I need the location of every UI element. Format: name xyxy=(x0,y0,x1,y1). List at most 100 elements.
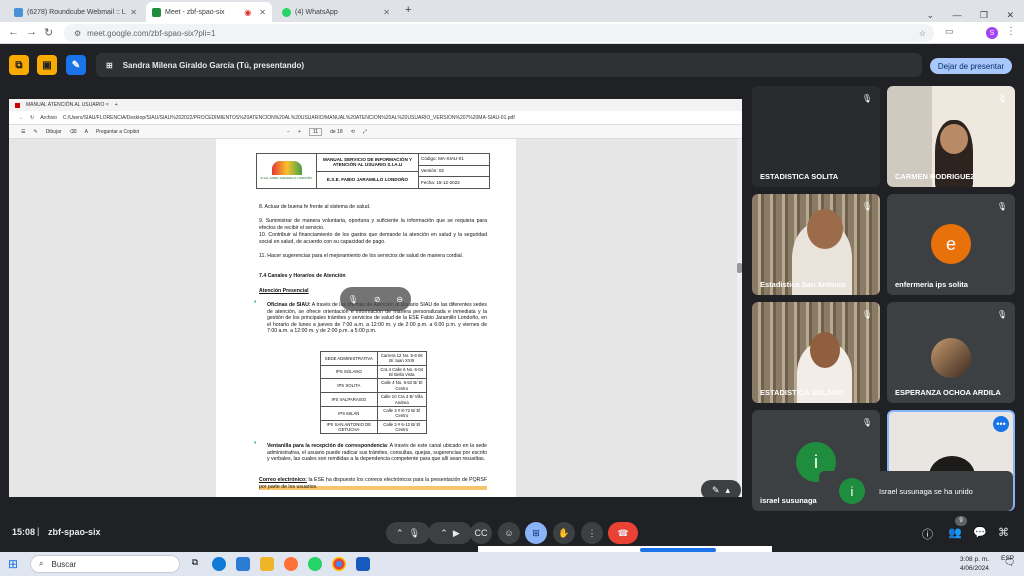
minimize-icon[interactable]: — xyxy=(952,10,961,20)
more-icon[interactable]: ⊖ xyxy=(396,295,403,304)
participant-tile[interactable]: 🎙 CARMEN RODRIGUEZ xyxy=(887,86,1015,187)
mic-off-icon[interactable]: 🎙 xyxy=(348,295,358,304)
document-date: Fecha: 15-12-2022 xyxy=(421,179,460,185)
back-icon[interactable]: ← xyxy=(19,115,24,121)
zoom-in-icon[interactable]: + xyxy=(298,129,301,135)
file-path[interactable]: C:/Users/SIAU/FLORENCIA/Desktop/SIAU/SIA… xyxy=(63,115,515,121)
table-row: IPS MILÁN Calle 3 # 8-72 B/ El Centro xyxy=(320,405,428,421)
new-tab-icon[interactable]: + xyxy=(115,102,118,108)
notifications-icon[interactable]: 🗨 xyxy=(1004,557,1015,568)
tab-meet[interactable]: Meet - zbf-spao-six ◉ ✕ xyxy=(146,2,272,22)
notification-text: Israel susunaga se ha unido xyxy=(879,486,973,496)
people-icon[interactable]: 👥 xyxy=(948,526,962,539)
tab-search-icon[interactable]: ⌄ xyxy=(926,10,934,20)
taskbar-clock[interactable]: 3:08 p. m. 4/06/2024 xyxy=(960,555,989,573)
camera-off-icon[interactable]: ⊘ xyxy=(374,295,381,304)
participant-face xyxy=(940,124,968,154)
notification-avatar: i xyxy=(839,478,865,504)
mic-off-icon: 🎙 xyxy=(861,202,872,211)
participant-tile[interactable]: 🎙 Estadistica San Antonio xyxy=(752,194,880,295)
firefox-icon[interactable] xyxy=(284,557,298,571)
chat-icon[interactable]: 💬 xyxy=(973,526,987,539)
activities-icon[interactable]: ⌘ xyxy=(998,526,1009,539)
layout-icon[interactable]: ▣ xyxy=(37,55,57,75)
new-tab-button[interactable]: + xyxy=(405,4,411,16)
paragraph-10: 10. Contribuir al financiamiento de los … xyxy=(259,232,487,245)
close-window-icon[interactable]: ✕ xyxy=(1006,10,1014,20)
back-icon[interactable]: ← xyxy=(8,26,19,38)
document-title-cell: MANUAL SERVICIO DE INFORMACIÓN Y ATENCIÓ… xyxy=(317,154,419,188)
leave-call-button[interactable]: ☎ xyxy=(608,522,638,544)
close-icon[interactable]: ✕ xyxy=(259,8,266,17)
mic-button[interactable]: ⌃ 🎙 xyxy=(386,522,430,544)
table-row: IPS VALPARAISO Calle 10 Cra 3 B/ Villa An… xyxy=(320,392,428,407)
participant-tile[interactable]: e 🎙 enfermeria ips solita xyxy=(887,194,1015,295)
text-icon[interactable]: A xyxy=(85,129,88,135)
erase-icon[interactable]: ⌫ xyxy=(70,129,77,135)
correo-title: Correo electrónico: xyxy=(259,477,307,483)
forward-icon[interactable]: → xyxy=(26,26,37,38)
present-button[interactable]: ⊞ xyxy=(525,522,547,544)
close-icon[interactable]: ✕ xyxy=(130,8,137,17)
page-number-input[interactable]: 11 xyxy=(308,127,323,136)
chrome-icon[interactable] xyxy=(332,557,346,571)
table-row: IPS SAN ANTONIO DE GETUCHA Calle 3 # 6-12… xyxy=(320,419,428,435)
chevron-up-icon[interactable]: ⌃ xyxy=(396,528,404,539)
whatsapp-icon[interactable] xyxy=(308,557,322,571)
document-title: MANUAL SERVICIO DE INFORMACIÓN Y ATENCIÓ… xyxy=(317,154,418,172)
scrollbar-thumb[interactable] xyxy=(737,263,742,273)
table-cell: SEDE ADMINISTRATIVA xyxy=(320,351,378,366)
address-toolbar: ← → ↻ ⚙ meet.google.com/zbf-spao-six?pli… xyxy=(0,22,1024,44)
reload-icon[interactable]: ↻ xyxy=(30,115,34,121)
table-cell: Calle 4 No. 5-52 B/ El Centro xyxy=(376,378,428,394)
participant-tile[interactable]: 🎙 ESTADISTICA SOLITA xyxy=(752,86,880,187)
url-bar[interactable]: ⚙ meet.google.com/zbf-spao-six?pli=1 ☆ xyxy=(64,24,934,42)
meet-header: ⧉ ▣ ✎ ⊞ Sandra Milena Giraldo García (Tú… xyxy=(0,44,1024,86)
hide-tiles-icon[interactable]: ⧉ xyxy=(9,55,29,75)
more-options-button[interactable]: ⋮ xyxy=(581,522,603,544)
emoji-button[interactable]: ☺ xyxy=(498,522,520,544)
bookmark-star-icon[interactable]: ☆ xyxy=(919,29,926,38)
copilot-button[interactable]: Preguntar a Copilot xyxy=(96,129,139,135)
rotate-icon[interactable]: ⟲ xyxy=(351,129,355,135)
participant-tile[interactable]: 🎙 ESTADISTICA SOLANO xyxy=(752,302,880,403)
pdf-scrollbar[interactable] xyxy=(737,139,742,497)
info-icon[interactable]: ⓘ xyxy=(922,526,933,542)
chevron-up-icon[interactable]: ⌃ xyxy=(440,528,448,539)
cast-icon[interactable]: ▭ xyxy=(945,26,954,37)
zoom-out-icon[interactable]: − xyxy=(287,129,290,135)
taskbar-search[interactable]: ⌕ Buscar xyxy=(30,555,180,573)
close-icon[interactable]: ✕ xyxy=(383,8,390,17)
tab-whatsapp[interactable]: (4) WhatsApp ✕ xyxy=(276,2,396,22)
fit-icon[interactable]: ⤢ xyxy=(363,129,367,135)
store-icon[interactable] xyxy=(236,557,250,571)
more-options-icon[interactable]: ••• xyxy=(993,416,1009,432)
stop-presenting-button[interactable]: Dejar de presentar xyxy=(930,58,1012,74)
table-cell: IPS SAN ANTONIO DE GETUCHA xyxy=(320,419,378,435)
annotation-button[interactable]: ✎ ▴ xyxy=(701,480,741,497)
meeting-code: zbf-spao-six xyxy=(48,527,101,537)
participant-name: israel susunaga xyxy=(760,496,817,505)
windows-start-icon[interactable]: ⊞ xyxy=(8,557,18,571)
file-label: Archivo xyxy=(40,114,57,121)
pdf-tab-title[interactable]: MANUAL ATENCIÓN AL USUARIO × xyxy=(26,102,109,108)
menu-kebab-icon[interactable]: ⋮ xyxy=(1006,26,1016,37)
logo-graphic-icon xyxy=(271,161,302,176)
camera-button[interactable]: ⌃ ▶ xyxy=(428,522,472,544)
raise-hand-button[interactable]: ✋ xyxy=(553,522,575,544)
word-icon[interactable] xyxy=(356,557,370,571)
task-view-icon[interactable]: ⧉ xyxy=(188,557,202,571)
edge-icon[interactable] xyxy=(212,557,226,571)
reload-icon[interactable]: ↻ xyxy=(44,26,53,39)
tab-roundcube[interactable]: (6278) Roundcube Webmail :: L ✕ xyxy=(8,2,143,22)
participant-tile[interactable]: 🎙 ESPERANZA OCHOA ARDILA xyxy=(887,302,1015,403)
site-info-icon[interactable]: ⚙ xyxy=(74,29,81,38)
draw-button[interactable]: Dibujar xyxy=(46,129,62,135)
menu-icon[interactable]: ☰ xyxy=(21,129,25,135)
profile-avatar[interactable]: S xyxy=(986,27,998,39)
restore-icon[interactable]: ❐ xyxy=(980,10,988,20)
file-explorer-icon[interactable] xyxy=(260,557,274,571)
draw-icon[interactable]: ✎ xyxy=(33,129,37,135)
effects-icon[interactable]: ✎ xyxy=(66,55,86,75)
captions-button[interactable]: CC xyxy=(470,522,492,544)
